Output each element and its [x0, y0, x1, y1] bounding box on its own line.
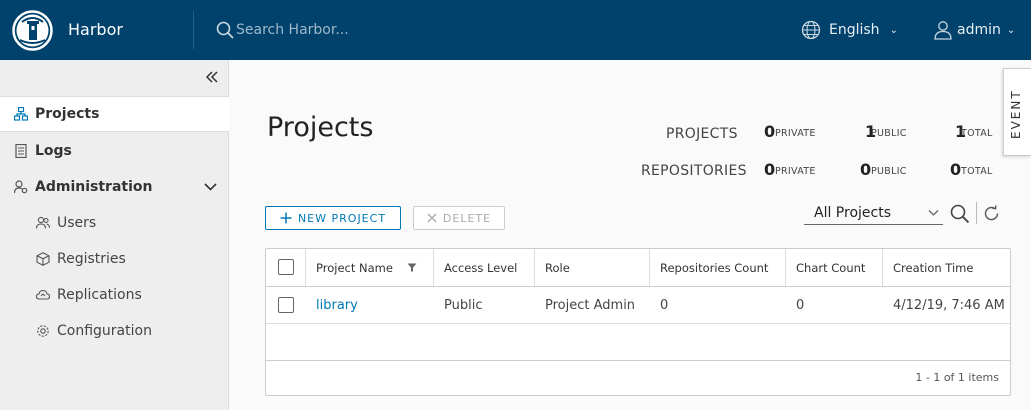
project-filter-value: All Projects [814, 205, 891, 221]
sidebar-item-label: Projects [35, 106, 100, 122]
toolbar-divider [976, 202, 977, 224]
stats-repositories-total-count: 0 [950, 160, 962, 179]
event-tab[interactable]: EVENT [1003, 68, 1031, 156]
stats-projects-label: PROJECTS [666, 126, 738, 142]
sidebar-item-registries[interactable]: Registries [0, 241, 229, 277]
stats-repositories-label: REPOSITORIES [641, 163, 747, 179]
chevron-down-icon: ⌄ [1006, 24, 1016, 36]
chevron-down-icon [204, 183, 217, 191]
collapse-sidebar-icon[interactable] [203, 68, 221, 86]
header-bar: Harbor English ⌄ admin ⌄ [0, 0, 1031, 60]
sidebar-item-label: Users [57, 215, 97, 231]
row-checkbox[interactable] [278, 297, 294, 313]
registries-icon [36, 252, 50, 266]
sidebar-item-replications[interactable]: Replications [0, 277, 229, 313]
harbor-logo-icon[interactable] [12, 10, 53, 51]
language-label: English [829, 22, 880, 38]
administration-icon [14, 180, 28, 194]
repositories-count-cell: 0 [660, 298, 669, 313]
replications-icon [36, 289, 50, 300]
sidebar-item-users[interactable]: Users [0, 205, 229, 241]
user-icon [934, 21, 952, 40]
project-link[interactable]: library [316, 298, 358, 313]
gear-icon [37, 325, 49, 337]
plus-icon [280, 212, 292, 224]
chart-count-cell: 0 [796, 298, 805, 313]
logs-icon [15, 144, 27, 158]
search-input[interactable] [236, 19, 406, 41]
projects-table: Project Name Access Level Role Repositor… [265, 248, 1011, 396]
stats-public-label: PUBLIC [871, 166, 907, 177]
sidebar-item-configuration[interactable]: Configuration [0, 313, 229, 349]
column-header-creation-time[interactable]: Creation Time [882, 249, 1010, 286]
sidebar-item-label: Logs [35, 143, 72, 159]
sidebar-item-projects[interactable]: Projects [0, 96, 229, 132]
user-menu[interactable]: admin ⌄ [933, 19, 1015, 41]
column-header-chart-count[interactable]: Chart Count [785, 249, 882, 286]
search-icon [216, 21, 234, 39]
column-header-role[interactable]: Role [534, 249, 649, 286]
stats-public-label: PUBLIC [871, 128, 907, 139]
stats-private-label: PRIVATE [775, 166, 816, 177]
username-label: admin [957, 22, 1001, 38]
project-filter-select[interactable]: All Projects [804, 202, 943, 225]
chevron-down-icon [928, 210, 939, 216]
delete-label: DELETE [442, 211, 492, 225]
sidebar: Projects Logs Administration Users Regis… [0, 60, 229, 410]
stats-private-label: PRIVATE [775, 128, 816, 139]
stats-total-label: TOTAL [961, 166, 993, 177]
filter-icon[interactable] [407, 263, 417, 272]
event-tab-label: EVENT [1009, 89, 1023, 139]
select-all-cell [266, 249, 305, 286]
table-footer: 1 - 1 of 1 items [266, 360, 1010, 395]
delete-button[interactable]: DELETE [413, 206, 505, 230]
search-box[interactable] [216, 19, 416, 41]
stats-repositories-public-count: 0 [860, 160, 872, 179]
chevron-down-icon: ⌄ [889, 24, 898, 36]
access-level-cell: Public [444, 298, 483, 313]
stats-projects-private-count: 0 [764, 122, 776, 141]
globe-icon [801, 20, 821, 40]
page-title: Projects [267, 112, 374, 143]
refresh-icon[interactable] [983, 205, 1000, 222]
table-row[interactable]: library Public Project Admin 0 0 4/12/19… [266, 287, 1010, 324]
role-cell: Project Admin [545, 298, 636, 313]
projects-icon [14, 107, 28, 121]
stats-total-label: TOTAL [961, 128, 993, 139]
creation-time-cell: 4/12/19, 7:46 AM [893, 298, 1005, 313]
sidebar-item-label: Administration [35, 179, 153, 195]
column-header-project-name[interactable]: Project Name [305, 249, 433, 286]
sidebar-item-label: Configuration [57, 323, 152, 339]
search-icon[interactable] [950, 204, 970, 224]
column-header-access-level[interactable]: Access Level [433, 249, 534, 286]
sidebar-item-administration[interactable]: Administration [0, 169, 229, 205]
stats-repositories-private-count: 0 [764, 160, 776, 179]
pagination-summary: 1 - 1 of 1 items [915, 371, 999, 384]
select-all-checkbox[interactable] [278, 259, 294, 275]
sidebar-item-label: Replications [57, 287, 142, 303]
brand-name[interactable]: Harbor [68, 20, 123, 39]
users-icon [36, 216, 50, 229]
header-divider [193, 11, 194, 49]
new-project-label: NEW PROJECT [297, 211, 387, 225]
language-selector[interactable]: English ⌄ [801, 19, 898, 41]
sidebar-item-logs[interactable]: Logs [0, 133, 229, 169]
column-header-repositories-count[interactable]: Repositories Count [649, 249, 785, 286]
project-name-cell: library [305, 287, 358, 324]
new-project-button[interactable]: NEW PROJECT [265, 206, 401, 230]
sidebar-item-label: Registries [57, 251, 126, 267]
table-header: Project Name Access Level Role Repositor… [266, 249, 1010, 287]
close-icon [427, 213, 437, 223]
